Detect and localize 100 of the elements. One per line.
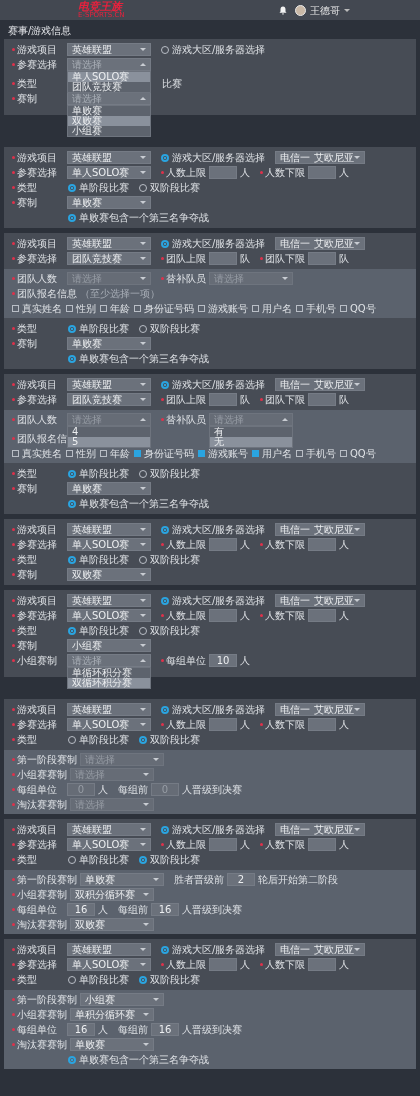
radio-option[interactable]: 游戏大区/服务器选择 (161, 823, 266, 836)
dropdown-option[interactable]: 单循环积分赛 (68, 668, 150, 678)
radio-option[interactable]: 游戏大区/服务器选择 (161, 378, 266, 391)
select-field[interactable]: 电信一 艾欧尼亚 (275, 823, 366, 836)
number-field[interactable] (308, 252, 336, 265)
radio-option[interactable]: 游戏大区/服务器选择 (161, 43, 266, 56)
checkbox-option[interactable]: 年龄 (100, 302, 130, 315)
select-field[interactable]: 小组赛 (67, 639, 151, 652)
select-field[interactable]: 英雄联盟 (67, 237, 151, 250)
select-field[interactable]: 单积分循环赛 (70, 1008, 154, 1021)
checkbox-option[interactable]: 真实姓名 (12, 447, 62, 460)
select-field[interactable]: 双败赛 (67, 568, 151, 581)
radio-option[interactable]: 单阶段比赛 (68, 467, 129, 480)
checkbox-option[interactable]: 游戏账号 (198, 302, 248, 315)
number-field[interactable] (308, 393, 336, 406)
dropdown-option[interactable]: 双败赛 (68, 116, 150, 126)
avatar[interactable] (295, 4, 306, 16)
checkbox-option[interactable]: QQ号 (340, 447, 376, 460)
number-field[interactable] (209, 838, 237, 851)
select-field[interactable]: 团队竞技赛 (67, 393, 151, 406)
checkbox-option[interactable]: 性别 (66, 302, 96, 315)
number-field[interactable] (209, 166, 237, 179)
dropdown-option[interactable]: 双循环积分赛 (68, 678, 150, 688)
number-field[interactable] (209, 958, 237, 971)
radio-option[interactable]: 游戏大区/服务器选择 (161, 594, 266, 607)
radio-option[interactable]: 双阶段比赛 (139, 624, 200, 637)
select-field[interactable]: 英雄联盟 (67, 594, 151, 607)
select-field[interactable]: 英雄联盟 (67, 823, 151, 836)
radio-option[interactable]: 单阶段比赛 (68, 322, 129, 335)
radio-option[interactable]: 单阶段比赛 (68, 624, 129, 637)
radio-option[interactable]: 单阶段比赛 (68, 553, 129, 566)
select-field[interactable]: 英雄联盟 (67, 43, 151, 56)
select-field[interactable]: 英雄联盟 (67, 703, 151, 716)
select-field[interactable]: 单败赛 (67, 196, 151, 209)
bell-icon[interactable] (279, 5, 287, 15)
number-field[interactable] (209, 718, 237, 731)
number-field[interactable]: 16 (151, 1023, 179, 1036)
select-field[interactable]: 小组赛 (80, 993, 164, 1006)
number-field[interactable]: 16 (67, 1023, 95, 1036)
radio-option[interactable]: 单败赛包含一个第三名争夺战 (68, 497, 209, 510)
checkbox-option[interactable]: 手机号 (296, 302, 336, 315)
number-field[interactable] (209, 538, 237, 551)
checkbox-option[interactable]: 年龄 (100, 447, 130, 460)
number-field[interactable] (308, 838, 336, 851)
radio-option[interactable]: 游戏大区/服务器选择 (161, 237, 266, 250)
select-field[interactable]: 单人SOLO赛 (67, 538, 151, 551)
checkbox-option[interactable]: QQ号 (340, 302, 376, 315)
select-field[interactable]: 电信一 艾欧尼亚 (275, 703, 366, 716)
select-field[interactable]: 电信一 艾欧尼亚 (275, 594, 366, 607)
select-field[interactable]: 英雄联盟 (67, 943, 151, 956)
select-field[interactable]: 单败赛 (70, 1038, 154, 1051)
radio-option[interactable]: 游戏大区/服务器选择 (161, 943, 266, 956)
select-field[interactable]: 单人SOLO赛 (67, 718, 151, 731)
number-field[interactable]: 10 (209, 654, 237, 667)
select-field[interactable]: 双积分循环赛 (70, 888, 154, 901)
select-field[interactable]: 电信一 艾欧尼亚 (275, 237, 366, 250)
select-field[interactable]: 单败赛 (67, 482, 151, 495)
radio-option[interactable]: 单败赛包含一个第三名争夺战 (68, 1053, 209, 1066)
checkbox-option[interactable]: 游戏账号 (198, 447, 248, 460)
user-name[interactable]: 王德哥 (310, 3, 340, 17)
select-field[interactable]: 单败赛 (67, 337, 151, 350)
number-field[interactable] (308, 958, 336, 971)
radio-option[interactable]: 双阶段比赛 (139, 322, 200, 335)
dropdown-option[interactable]: 单人SOLO赛 (68, 72, 150, 82)
radio-option[interactable]: 双阶段比赛 (139, 181, 200, 194)
select-field[interactable]: 单败赛 (80, 873, 164, 886)
select-field[interactable]: 双败赛 (70, 918, 154, 931)
select-field[interactable]: 团队竞技赛 (67, 252, 151, 265)
number-field[interactable] (308, 538, 336, 551)
checkbox-option[interactable]: 真实姓名 (12, 302, 62, 315)
select-field[interactable]: 电信一 艾欧尼亚 (275, 523, 366, 536)
radio-option[interactable]: 游戏大区/服务器选择 (161, 523, 266, 536)
select-field[interactable]: 电信一 艾欧尼亚 (275, 151, 366, 164)
dropdown-option[interactable]: 单败赛 (68, 106, 150, 116)
radio-option[interactable]: 双阶段比赛 (139, 733, 200, 746)
dropdown-option[interactable]: 团队竞技赛 (68, 82, 150, 92)
radio-option[interactable]: 双阶段比赛 (139, 973, 200, 986)
number-field[interactable] (308, 718, 336, 731)
radio-option[interactable]: 双阶段比赛 (139, 467, 200, 480)
radio-option[interactable]: 双阶段比赛 (139, 853, 200, 866)
number-field[interactable]: 2 (227, 873, 255, 886)
number-field[interactable] (209, 252, 237, 265)
radio-option[interactable]: 游戏大区/服务器选择 (161, 703, 266, 716)
checkbox-option[interactable]: 用户名 (252, 447, 292, 460)
checkbox-option[interactable]: 用户名 (252, 302, 292, 315)
select-field[interactable]: 英雄联盟 (67, 378, 151, 391)
select-field[interactable]: 电信一 艾欧尼亚 (275, 943, 366, 956)
number-field[interactable] (209, 393, 237, 406)
number-field[interactable] (308, 609, 336, 622)
select-field[interactable]: 英雄联盟 (67, 151, 151, 164)
radio-option[interactable]: 游戏大区/服务器选择 (161, 151, 266, 164)
radio-option[interactable]: 单阶段比赛 (68, 181, 129, 194)
radio-option[interactable]: 单败赛包含一个第三名争夺战 (68, 352, 209, 365)
number-field[interactable]: 16 (67, 903, 95, 916)
select-field[interactable]: 单人SOLO赛 (67, 958, 151, 971)
radio-option[interactable]: 单阶段比赛 (68, 733, 129, 746)
radio-option[interactable]: 单阶段比赛 (68, 973, 129, 986)
radio-option[interactable]: 单阶段比赛 (68, 853, 129, 866)
select-field[interactable]: 单人SOLO赛 (67, 838, 151, 851)
number-field[interactable]: 16 (151, 903, 179, 916)
